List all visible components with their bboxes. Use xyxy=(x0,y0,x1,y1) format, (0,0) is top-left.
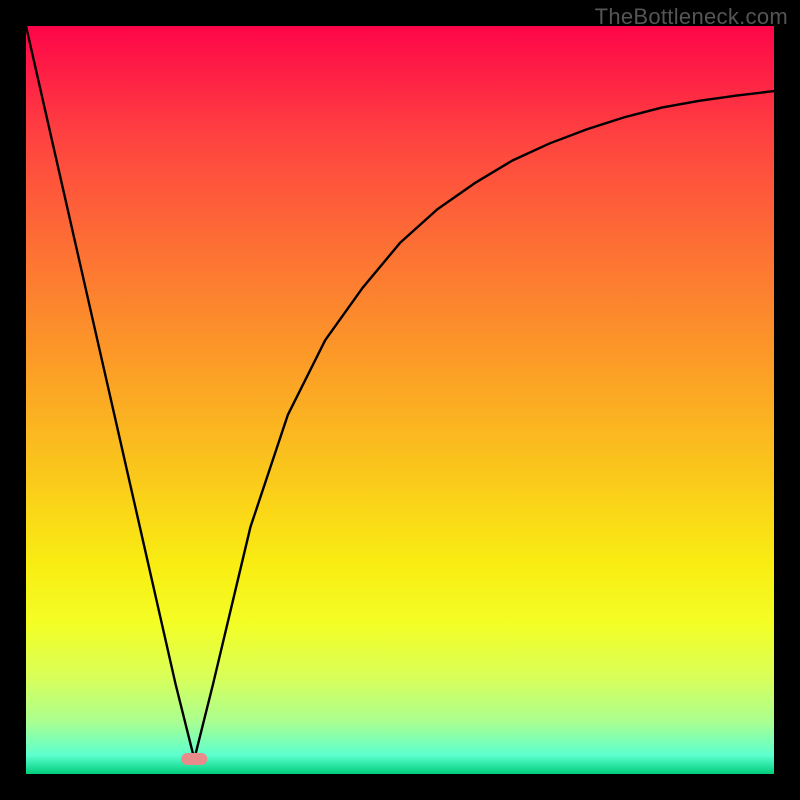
chart-frame: TheBottleneck.com xyxy=(0,0,800,800)
bottleneck-plot xyxy=(26,26,774,774)
minimum-marker xyxy=(181,753,207,765)
gradient-background xyxy=(26,26,774,774)
plot-area xyxy=(26,26,774,774)
